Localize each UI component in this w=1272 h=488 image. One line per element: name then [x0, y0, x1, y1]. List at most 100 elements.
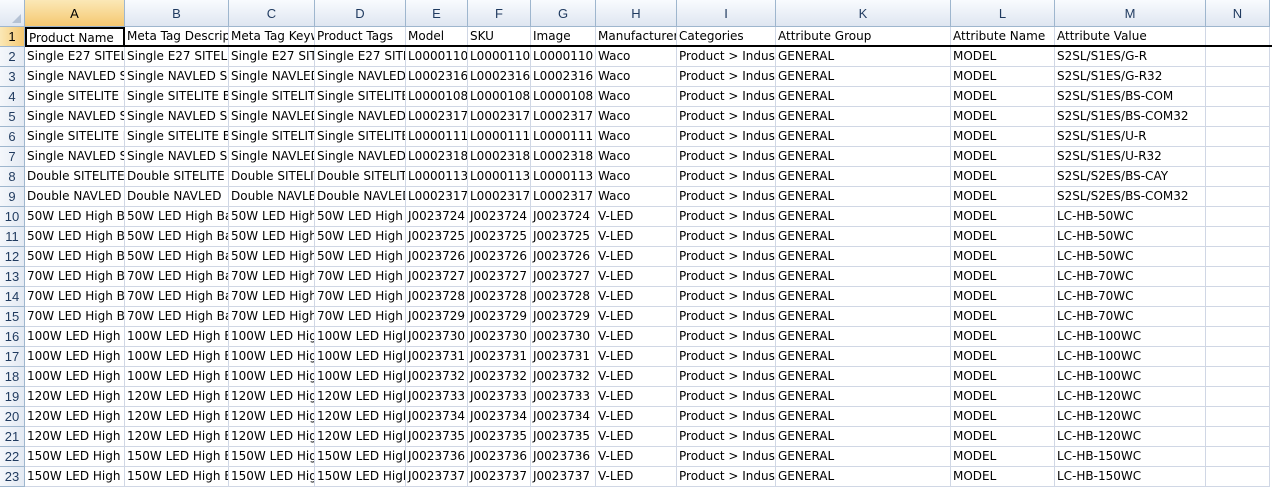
cell-g2[interactable]: L0000110 — [531, 47, 596, 67]
cell-b14[interactable]: 70W LED High Bay — [125, 287, 229, 307]
cell-k16[interactable]: GENERAL — [776, 327, 951, 347]
cell-k15[interactable]: GENERAL — [776, 307, 951, 327]
cell-m23[interactable]: LC-HB-150WC — [1055, 467, 1206, 487]
cell-e16[interactable]: J0023730 — [406, 327, 468, 347]
cell-c8[interactable]: Double SITELITE — [229, 167, 315, 187]
cell-a21[interactable]: 120W LED High Bay — [25, 427, 125, 447]
column-header-n[interactable]: N — [1206, 0, 1270, 27]
cell-d6[interactable]: Single SITELITE BS — [315, 127, 406, 147]
cell-l11[interactable]: MODEL — [951, 227, 1055, 247]
cell-d8[interactable]: Double SITELITE — [315, 167, 406, 187]
cell-i22[interactable]: Product > Industrial — [677, 447, 776, 467]
cell-c12[interactable]: 50W LED High Bay — [229, 247, 315, 267]
cell-m17[interactable]: LC-HB-100WC — [1055, 347, 1206, 367]
cell-h2[interactable]: Waco — [596, 47, 677, 67]
cell-f21[interactable]: J0023735 — [468, 427, 531, 447]
cell-f15[interactable]: J0023729 — [468, 307, 531, 327]
cell-f4[interactable]: L0000108 — [468, 87, 531, 107]
cell-f12[interactable]: J0023726 — [468, 247, 531, 267]
cell-f13[interactable]: J0023727 — [468, 267, 531, 287]
cell-a17[interactable]: 100W LED High Bay — [25, 347, 125, 367]
cell-m1[interactable]: Attribute Value — [1055, 27, 1206, 47]
cell-b12[interactable]: 50W LED High Bay — [125, 247, 229, 267]
cell-n12[interactable] — [1206, 247, 1270, 267]
cell-k1[interactable]: Attribute Group — [776, 27, 951, 47]
cell-f6[interactable]: L0000111 — [468, 127, 531, 147]
column-header-e[interactable]: E — [406, 0, 468, 27]
cell-k20[interactable]: GENERAL — [776, 407, 951, 427]
cell-b9[interactable]: Double NAVLED — [125, 187, 229, 207]
row-header-20[interactable]: 20 — [0, 407, 25, 427]
cell-g15[interactable]: J0023729 — [531, 307, 596, 327]
cell-a9[interactable]: Double NAVLED — [25, 187, 125, 207]
row-header-3[interactable]: 3 — [0, 67, 25, 87]
cell-n16[interactable] — [1206, 327, 1270, 347]
cell-e13[interactable]: J0023727 — [406, 267, 468, 287]
cell-h9[interactable]: Waco — [596, 187, 677, 207]
cell-g5[interactable]: L0002317 — [531, 107, 596, 127]
cell-d15[interactable]: 70W LED High Bay — [315, 307, 406, 327]
cell-a2[interactable]: Single E27 SITELITE — [25, 47, 125, 67]
cell-c15[interactable]: 70W LED High Bay — [229, 307, 315, 327]
cell-c13[interactable]: 70W LED High Bay — [229, 267, 315, 287]
cell-b21[interactable]: 120W LED High Bay — [125, 427, 229, 447]
cell-m18[interactable]: LC-HB-100WC — [1055, 367, 1206, 387]
cell-c20[interactable]: 120W LED High Bay — [229, 407, 315, 427]
cell-k11[interactable]: GENERAL — [776, 227, 951, 247]
cell-b11[interactable]: 50W LED High Bay — [125, 227, 229, 247]
cell-m13[interactable]: LC-HB-70WC — [1055, 267, 1206, 287]
cell-c1[interactable]: Meta Tag Keywords — [229, 27, 315, 47]
row-header-17[interactable]: 17 — [0, 347, 25, 367]
cell-l17[interactable]: MODEL — [951, 347, 1055, 367]
cell-k3[interactable]: GENERAL — [776, 67, 951, 87]
cell-h15[interactable]: V-LED — [596, 307, 677, 327]
cell-i6[interactable]: Product > Industrial — [677, 127, 776, 147]
cell-l4[interactable]: MODEL — [951, 87, 1055, 107]
cell-f2[interactable]: L0000110 — [468, 47, 531, 67]
cell-h14[interactable]: V-LED — [596, 287, 677, 307]
cell-m5[interactable]: S2SL/S1ES/BS-COM32 — [1055, 107, 1206, 127]
cell-g22[interactable]: J0023736 — [531, 447, 596, 467]
row-header-13[interactable]: 13 — [0, 267, 25, 287]
cell-k9[interactable]: GENERAL — [776, 187, 951, 207]
cell-d2[interactable]: Single E27 SITELITE — [315, 47, 406, 67]
cell-e20[interactable]: J0023734 — [406, 407, 468, 427]
cell-i12[interactable]: Product > Industrial — [677, 247, 776, 267]
cell-n5[interactable] — [1206, 107, 1270, 127]
cell-f11[interactable]: J0023725 — [468, 227, 531, 247]
cell-f8[interactable]: L0000113 — [468, 167, 531, 187]
cell-l22[interactable]: MODEL — [951, 447, 1055, 467]
column-header-g[interactable]: G — [531, 0, 596, 27]
row-header-4[interactable]: 4 — [0, 87, 25, 107]
cell-n22[interactable] — [1206, 447, 1270, 467]
cell-l19[interactable]: MODEL — [951, 387, 1055, 407]
cell-k7[interactable]: GENERAL — [776, 147, 951, 167]
cell-d11[interactable]: 50W LED High Bay — [315, 227, 406, 247]
cell-m3[interactable]: S2SL/S1ES/G-R32 — [1055, 67, 1206, 87]
cell-c11[interactable]: 50W LED High Bay — [229, 227, 315, 247]
column-header-i[interactable]: I — [677, 0, 776, 27]
cell-b7[interactable]: Single NAVLED SITELITE — [125, 147, 229, 167]
cell-e8[interactable]: L0000113 — [406, 167, 468, 187]
row-header-5[interactable]: 5 — [0, 107, 25, 127]
cell-n20[interactable] — [1206, 407, 1270, 427]
cell-d23[interactable]: 150W LED High Bay — [315, 467, 406, 487]
column-header-f[interactable]: F — [468, 0, 531, 27]
cell-a1[interactable]: Product Name — [25, 27, 125, 47]
cell-f20[interactable]: J0023734 — [468, 407, 531, 427]
cell-i1[interactable]: Categories — [677, 27, 776, 47]
cell-h5[interactable]: Waco — [596, 107, 677, 127]
cell-c21[interactable]: 120W LED High Bay — [229, 427, 315, 447]
cell-b8[interactable]: Double SITELITE BS — [125, 167, 229, 187]
cell-c10[interactable]: 50W LED High Bay — [229, 207, 315, 227]
cell-d9[interactable]: Double NAVLED — [315, 187, 406, 207]
cell-c23[interactable]: 150W LED High Bay — [229, 467, 315, 487]
cell-b10[interactable]: 50W LED High Bay — [125, 207, 229, 227]
cell-l23[interactable]: MODEL — [951, 467, 1055, 487]
cell-n19[interactable] — [1206, 387, 1270, 407]
cell-l1[interactable]: Attribute Name — [951, 27, 1055, 47]
cell-b20[interactable]: 120W LED High Bay — [125, 407, 229, 427]
cell-m14[interactable]: LC-HB-70WC — [1055, 287, 1206, 307]
cell-i14[interactable]: Product > Industrial — [677, 287, 776, 307]
cell-f1[interactable]: SKU — [468, 27, 531, 47]
